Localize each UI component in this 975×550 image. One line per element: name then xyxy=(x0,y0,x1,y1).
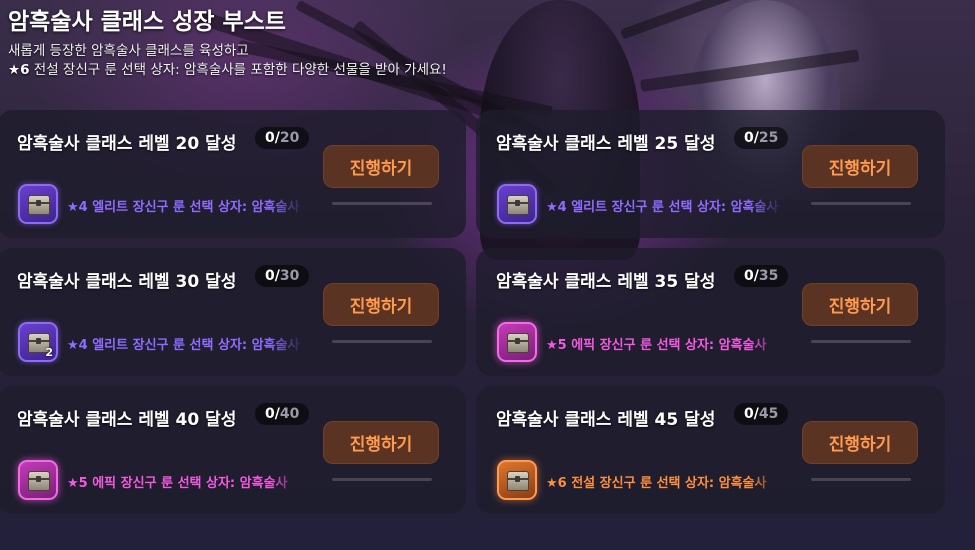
mission-progress: 0/40 xyxy=(255,403,310,425)
mission-progress: 0/25 xyxy=(734,127,789,149)
chest-icon xyxy=(507,471,529,491)
mission-title: 암흑술사 클래스 레벨 20 달성 xyxy=(17,134,237,154)
mission-card: 암흑술사 클래스 레벨 35 달성 0/35 진행하기 ★5 에픽 장신구 룬 … xyxy=(476,248,945,376)
reward-item-icon[interactable] xyxy=(497,322,537,362)
mission-progress: 0/35 xyxy=(734,265,789,287)
reward-label: ★4 엘리트 장신구 룬 선택 상자: 암흑술사 xyxy=(67,338,300,353)
mission-title: 암흑술사 클래스 레벨 35 달성 xyxy=(496,272,716,292)
mission-title: 암흑술사 클래스 레벨 25 달성 xyxy=(496,134,716,154)
event-description: 새롭게 등장한 암흑술사 클래스를 육성하고 ★6 전설 장신구 룬 선택 상자… xyxy=(8,42,448,80)
mission-card: 암흑술사 클래스 레벨 45 달성 0/45 진행하기 ★6 전설 장신구 룬 … xyxy=(476,386,945,514)
reward-item-icon[interactable]: 2 xyxy=(18,322,58,362)
reward-label: ★5 에픽 장신구 룬 선택 상자: 암흑술사 xyxy=(546,338,767,353)
reward-label: ★6 전설 장신구 룬 선택 상자: 암흑술사 xyxy=(546,476,767,491)
event-title: 암흑술사 클래스 성장 부스트 xyxy=(8,9,286,35)
progress-max: 20 xyxy=(279,130,300,146)
chest-icon xyxy=(28,195,50,215)
progress-track xyxy=(811,478,911,481)
reward-item-icon[interactable] xyxy=(18,460,58,500)
proceed-button[interactable]: 진행하기 xyxy=(323,145,439,188)
chest-icon xyxy=(507,195,529,215)
progress-current: 0 xyxy=(744,406,754,422)
progress-track xyxy=(811,202,911,205)
progress-current: 0 xyxy=(265,268,275,284)
mission-progress: 0/45 xyxy=(734,403,789,425)
reward-label: ★5 에픽 장신구 룬 선택 상자: 암흑술사 xyxy=(67,476,288,491)
progress-current: 0 xyxy=(265,130,275,146)
proceed-button[interactable]: 진행하기 xyxy=(802,283,918,326)
progress-current: 0 xyxy=(265,406,275,422)
proceed-button[interactable]: 진행하기 xyxy=(323,421,439,464)
progress-track xyxy=(332,202,432,205)
progress-track xyxy=(811,340,911,343)
chest-icon xyxy=(28,471,50,491)
reward-count: 2 xyxy=(45,346,53,359)
chest-icon xyxy=(507,333,529,353)
mission-title: 암흑술사 클래스 레벨 45 달성 xyxy=(496,410,716,430)
progress-max: 25 xyxy=(758,130,779,146)
progress-track xyxy=(332,340,432,343)
event-header: 암흑술사 클래스 성장 부스트 새롭게 등장한 암흑술사 클래스를 육성하고 ★… xyxy=(8,2,448,80)
description-star: ★6 xyxy=(8,62,30,78)
progress-track xyxy=(332,478,432,481)
mission-title: 암흑술사 클래스 레벨 40 달성 xyxy=(17,410,237,430)
description-line1: 새롭게 등장한 암흑술사 클래스를 육성하고 xyxy=(8,43,249,59)
progress-max: 45 xyxy=(758,406,779,422)
progress-max: 30 xyxy=(279,268,300,284)
reward-item-icon[interactable] xyxy=(497,184,537,224)
progress-max: 35 xyxy=(758,268,779,284)
progress-max: 40 xyxy=(279,406,300,422)
progress-current: 0 xyxy=(744,268,754,284)
reward-item-icon[interactable] xyxy=(497,460,537,500)
progress-current: 0 xyxy=(744,130,754,146)
mission-card: 암흑술사 클래스 레벨 20 달성 0/20 진행하기 ★4 엘리트 장신구 룬… xyxy=(0,110,466,238)
proceed-button[interactable]: 진행하기 xyxy=(802,145,918,188)
proceed-button[interactable]: 진행하기 xyxy=(323,283,439,326)
reward-item-icon[interactable] xyxy=(18,184,58,224)
mission-card: 암흑술사 클래스 레벨 30 달성 0/30 진행하기 2 ★4 엘리트 장신구… xyxy=(0,248,466,376)
mission-progress: 0/20 xyxy=(255,127,310,149)
reward-label: ★4 엘리트 장신구 룬 선택 상자: 암흑술사 xyxy=(67,200,300,215)
mission-card: 암흑술사 클래스 레벨 40 달성 0/40 진행하기 ★5 에픽 장신구 룬 … xyxy=(0,386,466,514)
mission-progress: 0/30 xyxy=(255,265,310,287)
proceed-button[interactable]: 진행하기 xyxy=(802,421,918,464)
mission-title: 암흑술사 클래스 레벨 30 달성 xyxy=(17,272,237,292)
description-line2: 전설 장신구 룬 선택 상자: 암흑술사를 포함한 다양한 선물을 받아 가세요… xyxy=(29,62,447,78)
mission-card: 암흑술사 클래스 레벨 25 달성 0/25 진행하기 ★4 엘리트 장신구 룬… xyxy=(476,110,945,238)
reward-label: ★4 엘리트 장신구 룬 선택 상자: 암흑술사 xyxy=(546,200,779,215)
